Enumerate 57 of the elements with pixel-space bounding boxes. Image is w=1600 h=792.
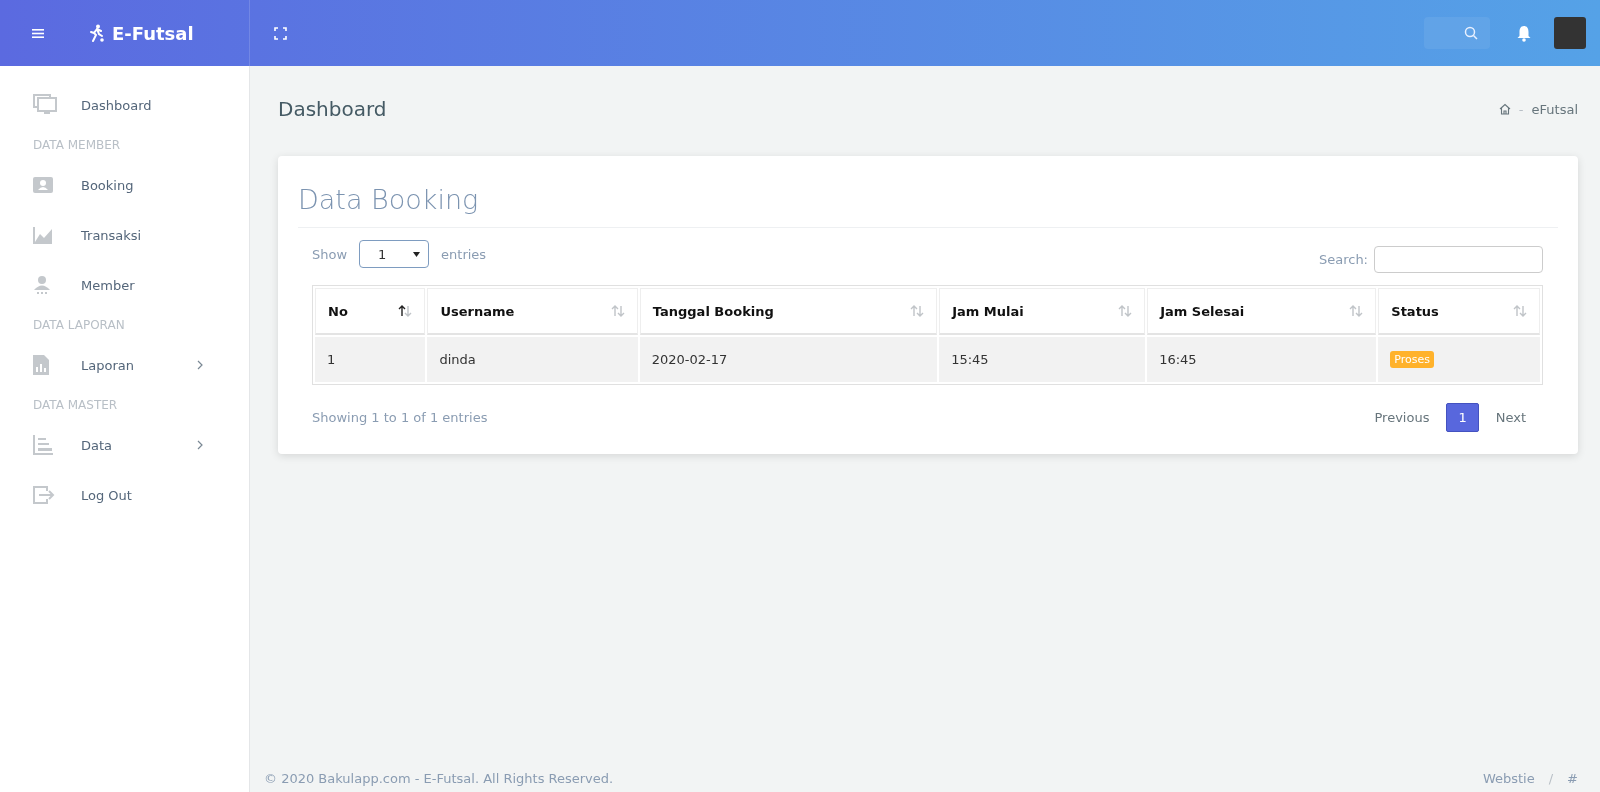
line-chart-icon: [33, 226, 53, 244]
pagination-button[interactable]: Next: [1478, 403, 1543, 432]
search-icon: [1464, 26, 1478, 40]
sidebar-section-heading: DATA MEMBER: [32, 137, 122, 154]
card-title: Data Booking: [298, 184, 1558, 228]
monitor-icon: [33, 94, 57, 116]
chevron-right-icon[interactable]: [197, 360, 203, 370]
dropdown-caret-icon: [413, 251, 421, 257]
logout-icon: [33, 486, 55, 504]
breadcrumb-separator: -: [1518, 101, 1524, 117]
brand-name[interactable]: E-Futsal: [112, 22, 194, 44]
sidebar-item[interactable]: Member: [81, 277, 249, 293]
table-cell: 16:45: [1147, 337, 1377, 382]
table-cell: dinda: [427, 337, 638, 382]
link-separator: /: [1548, 771, 1554, 786]
search-label: Search:: [1318, 252, 1368, 267]
sidebar-item[interactable]: Transaksi: [81, 227, 249, 243]
sidebar-item[interactable]: Log Out: [81, 487, 249, 503]
user-icon: [33, 275, 51, 295]
column-header[interactable]: Username: [427, 288, 638, 335]
sidebar-section-heading: DATA LAPORAN: [32, 317, 126, 334]
sort-icon[interactable]: [398, 305, 413, 317]
entries-select[interactable]: 1: [359, 240, 430, 268]
sidebar-item[interactable]: Booking: [81, 177, 249, 193]
sidebar-item[interactable]: Dashboard: [81, 97, 249, 113]
column-header[interactable]: Tanggal Booking: [639, 288, 938, 335]
home-icon[interactable]: [1498, 103, 1511, 115]
id-card-icon: [33, 177, 53, 193]
column-header[interactable]: Status: [1378, 288, 1540, 335]
status-badge: Proses: [1390, 351, 1434, 368]
pagination-button[interactable]: 1: [1446, 403, 1479, 432]
football-player-icon: [88, 24, 106, 42]
column-header[interactable]: No: [315, 288, 426, 335]
report-icon: [33, 355, 49, 375]
fullscreen-icon[interactable]: [274, 26, 287, 40]
menu-icon[interactable]: [32, 28, 44, 38]
avatar-photo-placeholder[interactable]: [1554, 17, 1586, 49]
sidebar-item[interactable]: Data: [81, 437, 197, 453]
show-label: Show: [312, 246, 348, 262]
sidebar-item[interactable]: Laporan: [81, 357, 197, 373]
search-button[interactable]: [1424, 17, 1490, 49]
column-header[interactable]: Jam Selesai: [1147, 288, 1377, 335]
breadcrumb-current: eFutsal: [1531, 101, 1578, 117]
column-header[interactable]: Jam Mulai: [939, 288, 1146, 335]
copyright-text: © 2020 Bakulapp.com - E-Futsal. All Rights Reserved.: [264, 771, 615, 786]
pagination-button[interactable]: Previous: [1357, 403, 1447, 432]
entries-label: entries: [441, 246, 487, 262]
table-info: Showing 1 to 1 of 1 entries: [312, 410, 489, 425]
search-field[interactable]: [1374, 246, 1543, 273]
table-cell: 1: [315, 337, 426, 382]
page-title: Dashboard: [278, 97, 388, 121]
table-cell: 2020-02-17: [639, 337, 938, 382]
sidebar-section-heading: DATA MASTER: [32, 397, 119, 414]
table-cell: 15:45: [939, 337, 1146, 382]
notification-bell-icon[interactable]: [1516, 24, 1532, 42]
list-icon: [33, 435, 53, 455]
chevron-right-icon[interactable]: [197, 440, 203, 450]
